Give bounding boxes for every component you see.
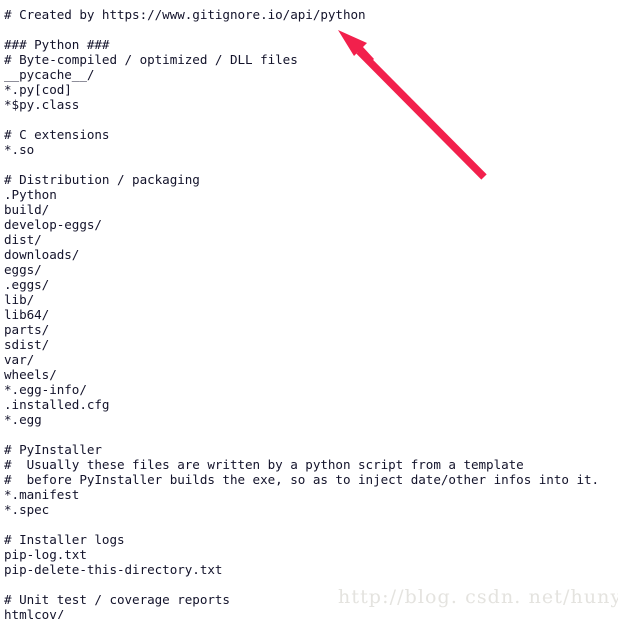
gitignore-text-content[interactable]: # Created by https://www.gitignore.io/ap… — [4, 7, 618, 619]
code-line: __pycache__/ — [4, 67, 95, 82]
code-line: # Installer logs — [4, 532, 125, 547]
code-line: ### Python ### — [4, 37, 110, 52]
code-line: # PyInstaller — [4, 442, 102, 457]
code-line: sdist/ — [4, 337, 50, 352]
code-line: dist/ — [4, 232, 42, 247]
code-line: # before PyInstaller builds the exe, so … — [4, 472, 600, 487]
code-line: pip-log.txt — [4, 547, 87, 562]
code-line: .installed.cfg — [4, 397, 110, 412]
code-line: eggs/ — [4, 262, 42, 277]
code-line: # C extensions — [4, 127, 110, 142]
code-line: *.py[cod] — [4, 82, 72, 97]
code-line: var/ — [4, 352, 35, 367]
code-line: *.egg — [4, 412, 42, 427]
code-line: *$py.class — [4, 97, 80, 112]
code-line: pip-delete-this-directory.txt — [4, 562, 223, 577]
code-line: downloads/ — [4, 247, 80, 262]
code-line: lib64/ — [4, 307, 50, 322]
code-line: # Byte-compiled / optimized / DLL files — [4, 52, 298, 67]
code-line: *.so — [4, 142, 35, 157]
code-line: .Python — [4, 187, 57, 202]
code-line: *.spec — [4, 502, 50, 517]
csdn-blog-watermark: http://blog. csdn. net/hunyxv — [338, 586, 618, 608]
code-line: wheels/ — [4, 367, 57, 382]
code-line: *.manifest — [4, 487, 80, 502]
code-line: # Distribution / packaging — [4, 172, 200, 187]
code-line: *.egg-info/ — [4, 382, 87, 397]
code-line: develop-eggs/ — [4, 217, 102, 232]
screenshot-root: # Created by https://www.gitignore.io/ap… — [0, 0, 618, 619]
code-line: build/ — [4, 202, 50, 217]
code-line: # Usually these files are written by a p… — [4, 457, 524, 472]
code-line: parts/ — [4, 322, 50, 337]
code-line: htmlcov/ — [4, 607, 65, 619]
code-line: .eggs/ — [4, 277, 50, 292]
code-line: # Created by https://www.gitignore.io/ap… — [4, 7, 366, 22]
code-line: lib/ — [4, 292, 35, 307]
